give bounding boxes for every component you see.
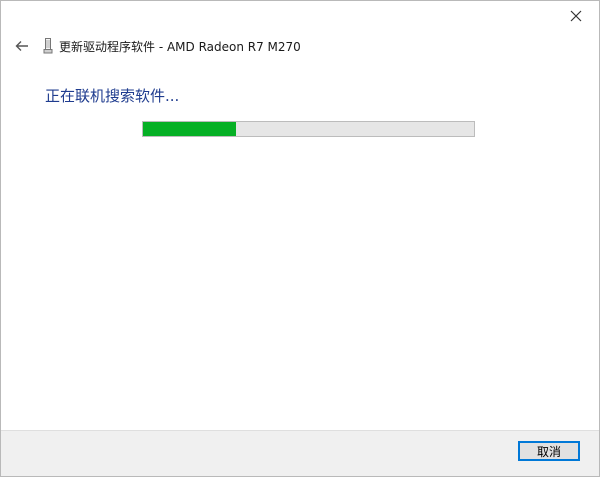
dialog-window: 更新驱动程序软件 - AMD Radeon R7 M270 正在联机搜索软件..…: [0, 0, 600, 477]
back-button[interactable]: [11, 35, 33, 57]
close-icon: [570, 10, 582, 22]
close-button[interactable]: [553, 1, 599, 31]
progress-fill: [143, 122, 236, 136]
window-title: 更新驱动程序软件 - AMD Radeon R7 M270: [59, 39, 301, 54]
dialog-footer: 取消: [1, 430, 599, 476]
search-progress-bar: [142, 121, 475, 137]
cancel-button[interactable]: 取消: [518, 441, 580, 461]
device-icon: [41, 37, 55, 55]
search-status-text: 正在联机搜索软件...: [45, 87, 180, 105]
dialog-header: 更新驱动程序软件 - AMD Radeon R7 M270: [11, 35, 301, 57]
back-arrow-icon: [15, 41, 28, 51]
